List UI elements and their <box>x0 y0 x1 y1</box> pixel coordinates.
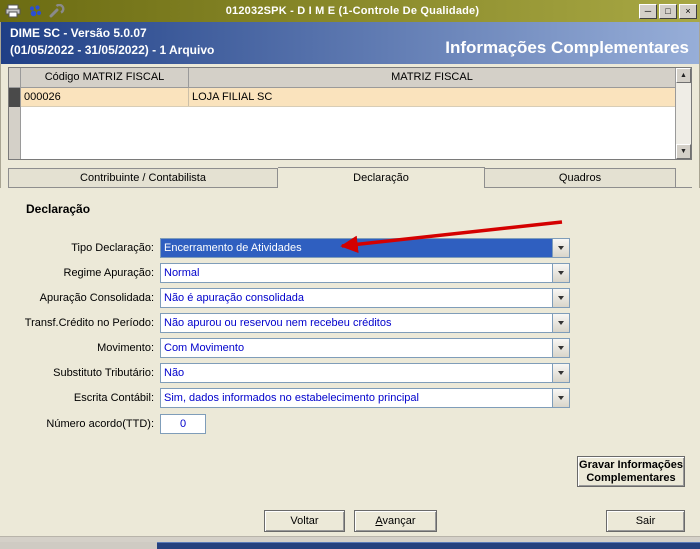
chevron-down-icon <box>558 371 564 375</box>
combo-dropdown-button[interactable] <box>552 389 569 407</box>
form-row: Escrita Contábil: Sim, dados informados … <box>0 388 570 408</box>
field-label-apuracao-consolidada: Apuração Consolidada: <box>39 292 154 304</box>
chevron-down-icon <box>558 296 564 300</box>
chevron-down-icon <box>558 246 564 250</box>
avancar-hotkey: A <box>375 515 383 527</box>
form-row: Regime Apuração: Normal <box>0 263 570 283</box>
field-label-regime-apuracao: Regime Apuração: <box>63 267 155 279</box>
combo-value: Não é apuração consolidada <box>164 292 305 304</box>
chevron-down-icon <box>558 271 564 275</box>
gravar-button-label-line2: Complementares <box>586 471 676 484</box>
scroll-up-button[interactable]: ▲ <box>676 68 691 83</box>
scroll-down-button[interactable]: ▼ <box>676 144 691 159</box>
table-row[interactable]: 000026 LOJA FILIAL SC <box>21 88 675 107</box>
field-label-movimento: Movimento: <box>97 342 154 354</box>
field-label-numero-acordo: Número acordo(TTD): <box>46 418 154 430</box>
declaracao-tab-panel: Declaração Tipo Declaração: Encerramento… <box>0 188 700 536</box>
combo-value: Normal <box>164 267 200 279</box>
combo-selected-value: Encerramento de Atividades <box>161 239 552 257</box>
combo-value: Sim, dados informados no estabelecimento… <box>164 392 419 404</box>
grid-corner-cell <box>9 68 20 88</box>
group-title: Declaração <box>26 202 91 216</box>
tab-declaracao[interactable]: Declaração <box>278 167 485 188</box>
combo-dropdown-button[interactable] <box>552 264 569 282</box>
transf-credito-periodo-combobox[interactable]: Não apurou ou reservou nem recebeu crédi… <box>160 313 570 333</box>
form-row: Movimento: Com Movimento <box>0 338 570 358</box>
voltar-button[interactable]: Voltar <box>264 510 345 532</box>
combo-dropdown-button[interactable] <box>552 239 569 257</box>
form-row: Tipo Declaração: Encerramento de Ativida… <box>0 238 570 258</box>
substituto-tributario-combobox[interactable]: Não <box>160 363 570 383</box>
tab-strip: Contribuinte / Contabilista Declaração Q… <box>8 167 692 188</box>
vertical-scrollbar[interactable]: ▲ ▼ <box>675 68 691 159</box>
numero-acordo-input[interactable] <box>160 414 206 434</box>
combo-dropdown-button[interactable] <box>552 314 569 332</box>
combo-value: Não apurou ou reservou nem recebeu crédi… <box>164 317 392 329</box>
scrollbar-track[interactable] <box>676 83 691 144</box>
column-header-codigo[interactable]: Código MATRIZ FISCAL <box>21 68 189 87</box>
combo-dropdown-button[interactable] <box>552 289 569 307</box>
form-row: Transf.Crédito no Período: Não apurou ou… <box>0 313 570 333</box>
title-bar-icons <box>3 3 66 20</box>
page-title: Informações Complementares <box>445 38 689 57</box>
column-header-matriz[interactable]: MATRIZ FISCAL <box>189 68 675 87</box>
combo-dropdown-button[interactable] <box>552 339 569 357</box>
close-button[interactable]: × <box>679 3 697 19</box>
selected-row-marker <box>9 88 20 107</box>
form-row: Substituto Tributário: Não <box>0 363 570 383</box>
grid-row-header-column <box>9 68 21 159</box>
form-row: Apuração Consolidada: Não é apuração con… <box>0 288 570 308</box>
tab-quadros[interactable]: Quadros <box>485 168 676 188</box>
tab-contribuinte-contabilista[interactable]: Contribuinte / Contabilista <box>8 168 278 188</box>
wrench-icon[interactable] <box>47 3 66 20</box>
avancar-button[interactable]: Avançar <box>354 510 437 532</box>
window-title: 012032SPK - D I M E (1-Controle De Quali… <box>225 5 480 17</box>
cell-matriz: LOJA FILIAL SC <box>192 91 273 103</box>
apuracao-consolidada-combobox[interactable]: Não é apuração consolidada <box>160 288 570 308</box>
chevron-down-icon <box>558 346 564 350</box>
header-banner: DIME SC - Versão 5.0.07 (01/05/2022 - 31… <box>1 22 699 64</box>
combo-value: Não <box>164 367 185 379</box>
avancar-label-rest: vançar <box>382 515 416 527</box>
field-label-escrita-contabil: Escrita Contábil: <box>73 392 154 404</box>
grid-body: Código MATRIZ FISCAL MATRIZ FISCAL 00002… <box>21 68 675 159</box>
taskbar-window-fragment <box>157 542 700 549</box>
combo-value: Com Movimento <box>164 342 245 354</box>
maximize-button[interactable]: □ <box>659 3 677 19</box>
gravar-button-label-line1: Gravar Informações <box>579 458 683 471</box>
window-controls: ─ □ × <box>639 3 697 19</box>
title-bar: 012032SPK - D I M E (1-Controle De Quali… <box>0 0 700 22</box>
sair-button[interactable]: Sair <box>606 510 685 532</box>
matriz-fiscal-grid: Código MATRIZ FISCAL MATRIZ FISCAL 00002… <box>8 67 692 160</box>
escrita-contabil-combobox[interactable]: Sim, dados informados no estabelecimento… <box>160 388 570 408</box>
app-logo-icon[interactable] <box>25 3 44 20</box>
field-label-tipo-declaracao: Tipo Declaração: <box>71 242 154 254</box>
movimento-combobox[interactable]: Com Movimento <box>160 338 570 358</box>
regime-apuracao-combobox[interactable]: Normal <box>160 263 570 283</box>
tab-strip-filler <box>676 168 692 188</box>
tipo-declaracao-combobox[interactable]: Encerramento de Atividades <box>160 238 570 258</box>
combo-dropdown-button[interactable] <box>552 364 569 382</box>
grid-header-row: Código MATRIZ FISCAL MATRIZ FISCAL <box>21 68 675 88</box>
form-row: Número acordo(TTD): <box>0 414 206 434</box>
field-label-substituto-tributario: Substituto Tributário: <box>53 367 154 379</box>
field-label-transf-credito: Transf.Crédito no Período: <box>24 317 154 329</box>
chevron-down-icon <box>558 321 564 325</box>
printer-icon[interactable] <box>3 3 22 20</box>
grid-empty-area <box>21 107 675 159</box>
cell-codigo: 000026 <box>21 88 189 106</box>
gravar-informacoes-button[interactable]: Gravar Informações Complementares <box>577 456 685 487</box>
minimize-button[interactable]: ─ <box>639 3 657 19</box>
chevron-down-icon <box>558 396 564 400</box>
app-window: 012032SPK - D I M E (1-Controle De Quali… <box>0 0 700 549</box>
